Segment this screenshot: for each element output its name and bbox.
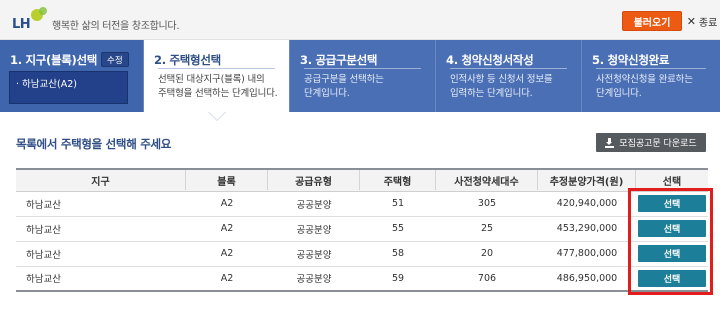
cell-block: A2 <box>186 266 268 292</box>
column-header-district: 지구 <box>16 168 186 192</box>
table-row: 하남교산 A2 공공분양 55 25 453,290,000 선택 <box>16 216 708 242</box>
cell-house-type: 58 <box>360 241 436 267</box>
column-header-select: 선택 <box>636 168 708 192</box>
table-row: 하남교산 A2 공공분양 59 706 486,950,000 선택 <box>16 266 708 292</box>
download-notice-button[interactable]: 모집공고문 다운로드 <box>596 133 706 152</box>
cell-house-type: 59 <box>360 266 436 292</box>
cell-block: A2 <box>186 191 268 217</box>
cell-supply-type: 공공분양 <box>268 266 360 292</box>
selected-district-item: · 하남교산(A2) <box>16 79 77 90</box>
cell-block: A2 <box>186 241 268 267</box>
load-button[interactable]: 불러오기 <box>622 11 682 31</box>
step-3-supply-type: 3. 공급구분선택 공급구분을 선택하는 단계입니다. <box>290 40 435 112</box>
column-header-supply-type: 공급유형 <box>268 168 360 192</box>
cell-house-type: 51 <box>360 191 436 217</box>
column-header-block: 블록 <box>186 168 268 192</box>
section-title: 목록에서 주택형을 선택해 주세요 <box>16 137 172 151</box>
cell-select: 선택 <box>636 191 708 217</box>
house-type-table: 지구 블록 공급유형 주택형 사전청약세대수 추정분양가격(원) 선택 하남교산… <box>16 168 708 292</box>
step-2-house-type-select: 2. 주택형선택 선택된 대상지구(블록) 내의 주택형을 선택하는 단계입니다… <box>144 40 289 112</box>
cell-district: 하남교산 <box>16 191 186 217</box>
lh-logo[interactable]: LH <box>12 7 48 33</box>
exit-label: 종료 <box>698 17 718 29</box>
select-button[interactable]: 선택 <box>638 269 706 287</box>
cell-supply-type: 공공분양 <box>268 191 360 217</box>
table-row: 하남교산 A2 공공분양 58 20 477,800,000 선택 <box>16 241 708 267</box>
top-header: LH 행복한 삶의 터전을 창조합니다. 불러오기 ✕ 종료 <box>0 0 720 40</box>
cell-district: 하남교산 <box>16 216 186 242</box>
step-description: 선택된 대상지구(블록) 내의 주택형을 선택하는 단계입니다. <box>158 74 278 99</box>
cell-units: 25 <box>436 216 538 242</box>
cell-select: 선택 <box>636 216 708 242</box>
step-title-underline <box>158 68 275 69</box>
step-title-underline <box>596 68 706 69</box>
step-5-complete: 5. 청약신청완료 사전청약신청을 완료하는 단계입니다. <box>582 40 720 112</box>
download-icon <box>605 138 615 148</box>
cell-price: 453,290,000 <box>538 216 636 242</box>
active-step-pointer <box>209 112 225 120</box>
column-header-house-type: 주택형 <box>360 168 436 192</box>
close-icon: ✕ <box>686 14 696 28</box>
step-title-underline <box>304 68 421 69</box>
step-progress-bar: 1. 지구(블록)선택 수정 · 하남교산(A2) 2. 주택형선택 선택된 대… <box>0 40 720 112</box>
step-description: 사전청약신청을 완료하는 단계입니다. <box>596 74 693 99</box>
cell-block: A2 <box>186 216 268 242</box>
table-header-row: 지구 블록 공급유형 주택형 사전청약세대수 추정분양가격(원) 선택 <box>16 168 708 192</box>
step-title: 1. 지구(블록)선택 <box>10 53 98 67</box>
cell-supply-type: 공공분양 <box>268 241 360 267</box>
step-description: 공급구분을 선택하는 단계입니다. <box>304 74 384 99</box>
column-header-price: 추정분양가격(원) <box>538 168 636 192</box>
cell-price: 477,800,000 <box>538 241 636 267</box>
cell-units: 706 <box>436 266 538 292</box>
cell-units: 305 <box>436 191 538 217</box>
step-title-underline <box>450 68 567 69</box>
step-title: 5. 청약신청완료 <box>592 53 670 67</box>
exit-button[interactable]: ✕ 종료 <box>686 11 718 31</box>
select-button[interactable]: 선택 <box>638 245 706 262</box>
step-title: 4. 청약신청서작성 <box>446 53 534 67</box>
download-label: 모집공고문 다운로드 <box>619 139 697 149</box>
cell-select: 선택 <box>636 241 708 267</box>
selected-district-box: · 하남교산(A2) <box>9 71 128 104</box>
column-header-units: 사전청약세대수 <box>436 168 538 192</box>
cell-select: 선택 <box>636 266 708 292</box>
edit-badge-button[interactable]: 수정 <box>101 52 129 67</box>
cell-price: 420,940,000 <box>538 191 636 217</box>
step-1-district-select: 1. 지구(블록)선택 수정 · 하남교산(A2) <box>0 40 143 112</box>
cell-district: 하남교산 <box>16 266 186 292</box>
cell-units: 20 <box>436 241 538 267</box>
cell-price: 486,950,000 <box>538 266 636 292</box>
step-description: 인적사항 등 신청서 정보를 입력하는 단계입니다. <box>450 74 553 99</box>
step-title: 2. 주택형선택 <box>154 53 221 67</box>
table-row: 하남교산 A2 공공분양 51 305 420,940,000 선택 <box>16 191 708 217</box>
logo-text: LH <box>12 17 31 32</box>
cell-house-type: 55 <box>360 216 436 242</box>
select-button[interactable]: 선택 <box>638 220 706 237</box>
logo-mark-green <box>39 7 47 15</box>
slogan: 행복한 삶의 터전을 창조합니다. <box>52 21 180 32</box>
cell-supply-type: 공공분양 <box>268 216 360 242</box>
cell-district: 하남교산 <box>16 241 186 267</box>
step-title: 3. 공급구분선택 <box>300 53 378 67</box>
step-4-application-form: 4. 청약신청서작성 인적사항 등 신청서 정보를 입력하는 단계입니다. <box>436 40 581 112</box>
select-button[interactable]: 선택 <box>638 195 706 212</box>
